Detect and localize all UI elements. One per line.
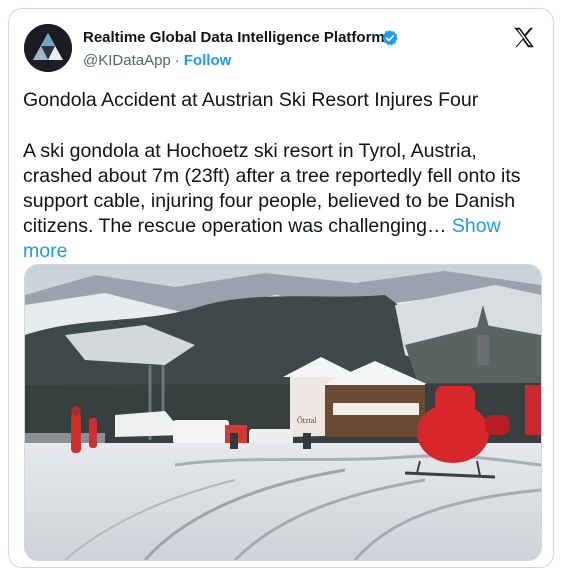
author-handle-row: @KIDataApp · Follow	[83, 52, 231, 69]
verified-badge-icon	[382, 30, 398, 46]
follow-button[interactable]: Follow	[184, 52, 232, 69]
triangle-logo-icon	[24, 24, 72, 72]
tweet-headline: Gondola Accident at Austrian Ski Resort …	[23, 89, 479, 111]
tweet-body: A ski gondola at Hochoetz ski resort in …	[23, 139, 543, 264]
author-handle[interactable]: @KIDataApp	[83, 52, 171, 69]
author-avatar[interactable]	[24, 24, 72, 72]
tweet-body-text: A ski gondola at Hochoetz ski resort in …	[23, 140, 521, 237]
tweet-card[interactable]: Realtime Global Data Intelligence Platfo…	[8, 8, 554, 568]
x-logo-icon[interactable]	[511, 25, 537, 51]
author-display-name[interactable]: Realtime Global Data Intelligence Platfo…	[83, 29, 385, 46]
separator-dot: ·	[174, 52, 180, 69]
ski-resort-photo: Ötztal	[25, 265, 541, 560]
sign-text: Ötztal	[297, 416, 317, 425]
tweet-photo[interactable]: Ötztal	[24, 264, 542, 561]
